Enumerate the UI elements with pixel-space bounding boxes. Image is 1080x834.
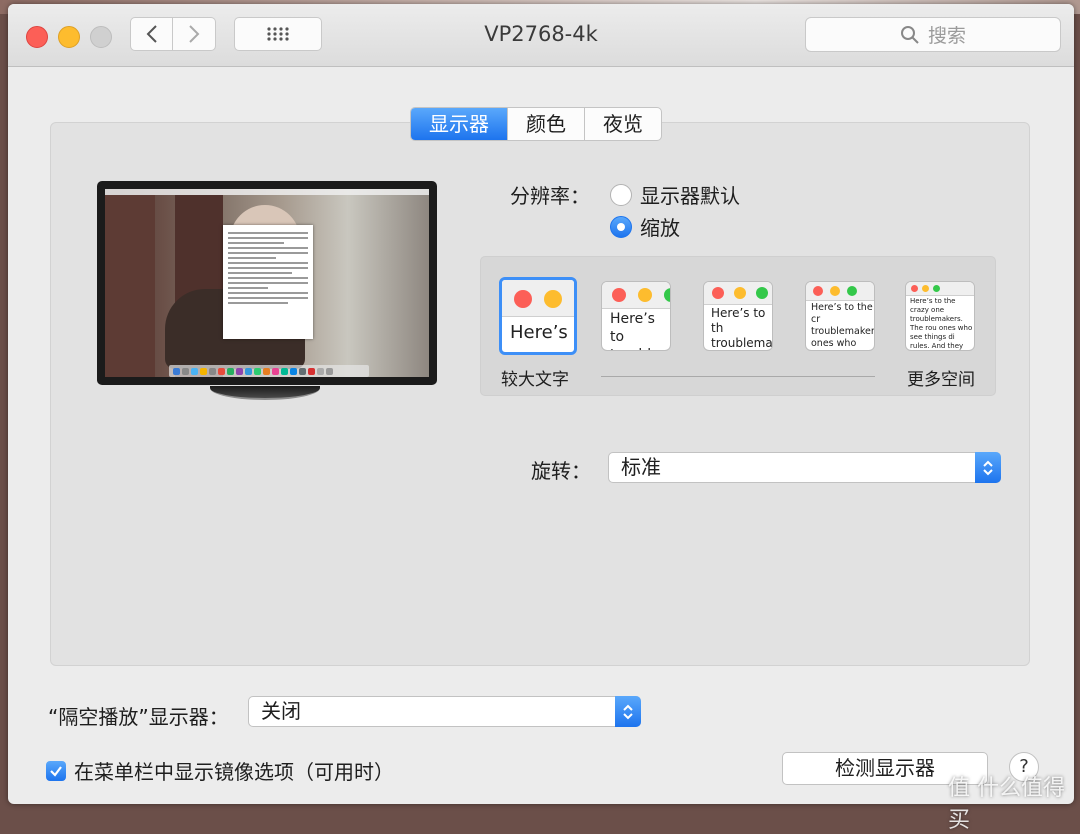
scale-option-3[interactable]: Here’s to th troublemak ones who c bbox=[703, 281, 773, 351]
scale-slider-line bbox=[601, 376, 875, 377]
larger-text-label: 较大文字 bbox=[501, 370, 569, 390]
display-preferences-window: VP2768-4k 搜索 显示器 颜色 夜览 分辨率： 显示器默认 缩放 Her… bbox=[8, 4, 1074, 804]
tab-display[interactable]: 显示器 bbox=[411, 108, 507, 140]
radio-button-selected[interactable] bbox=[610, 215, 632, 238]
tab-night-shift[interactable]: 夜览 bbox=[584, 108, 661, 140]
scale-option-2[interactable]: Here’s to troublem bbox=[601, 281, 671, 351]
scale-option-more-space[interactable]: Here’s to the crazy one troublemakers. T… bbox=[905, 281, 975, 351]
dock-preview bbox=[169, 365, 369, 377]
airplay-display-label: “隔空播放”显示器： bbox=[48, 705, 229, 729]
radio-label: 缩放 bbox=[640, 216, 680, 240]
search-icon bbox=[900, 25, 919, 44]
more-space-label: 更多空间 bbox=[907, 370, 975, 390]
radio-label: 显示器默认 bbox=[640, 184, 740, 208]
scaling-options: Here’s Here’s to troublem Here’s to th t… bbox=[480, 256, 996, 396]
rotation-value: 标准 bbox=[621, 455, 661, 479]
checkmark-icon bbox=[50, 765, 62, 777]
search-field[interactable]: 搜索 bbox=[805, 17, 1061, 52]
watermark: 值 什么值得买 bbox=[948, 776, 1065, 833]
tab-color[interactable]: 颜色 bbox=[507, 108, 584, 140]
scale-option-larger-text[interactable]: Here’s bbox=[499, 277, 577, 355]
scale-option-4[interactable]: Here’s to the cr troublemakers. ones who… bbox=[805, 281, 875, 351]
mirroring-option-row[interactable]: 在菜单栏中显示镜像选项（可用时） bbox=[46, 756, 394, 785]
tab-bar: 显示器 颜色 夜览 bbox=[410, 107, 662, 141]
radio-default-for-display[interactable]: 显示器默认 bbox=[610, 180, 740, 209]
monitor-screen-image bbox=[105, 189, 429, 377]
updown-chevron-icon bbox=[975, 452, 1001, 483]
document-window-preview bbox=[223, 225, 313, 339]
search-placeholder: 搜索 bbox=[927, 25, 966, 47]
rotation-label: 旋转： bbox=[531, 459, 591, 483]
updown-chevron-icon bbox=[615, 696, 641, 727]
monitor-preview bbox=[97, 181, 437, 385]
mirroring-checkbox-label: 在菜单栏中显示镜像选项（可用时） bbox=[74, 760, 394, 784]
radio-button[interactable] bbox=[610, 183, 632, 206]
title-bar: VP2768-4k 搜索 bbox=[8, 4, 1074, 67]
airplay-display-select[interactable]: 关闭 bbox=[248, 696, 641, 727]
mirroring-checkbox[interactable] bbox=[46, 760, 66, 781]
airplay-value: 关闭 bbox=[261, 699, 301, 723]
resolution-label: 分辨率： bbox=[510, 184, 590, 208]
radio-scaled[interactable]: 缩放 bbox=[610, 212, 680, 241]
rotation-select[interactable]: 标准 bbox=[608, 452, 1001, 483]
